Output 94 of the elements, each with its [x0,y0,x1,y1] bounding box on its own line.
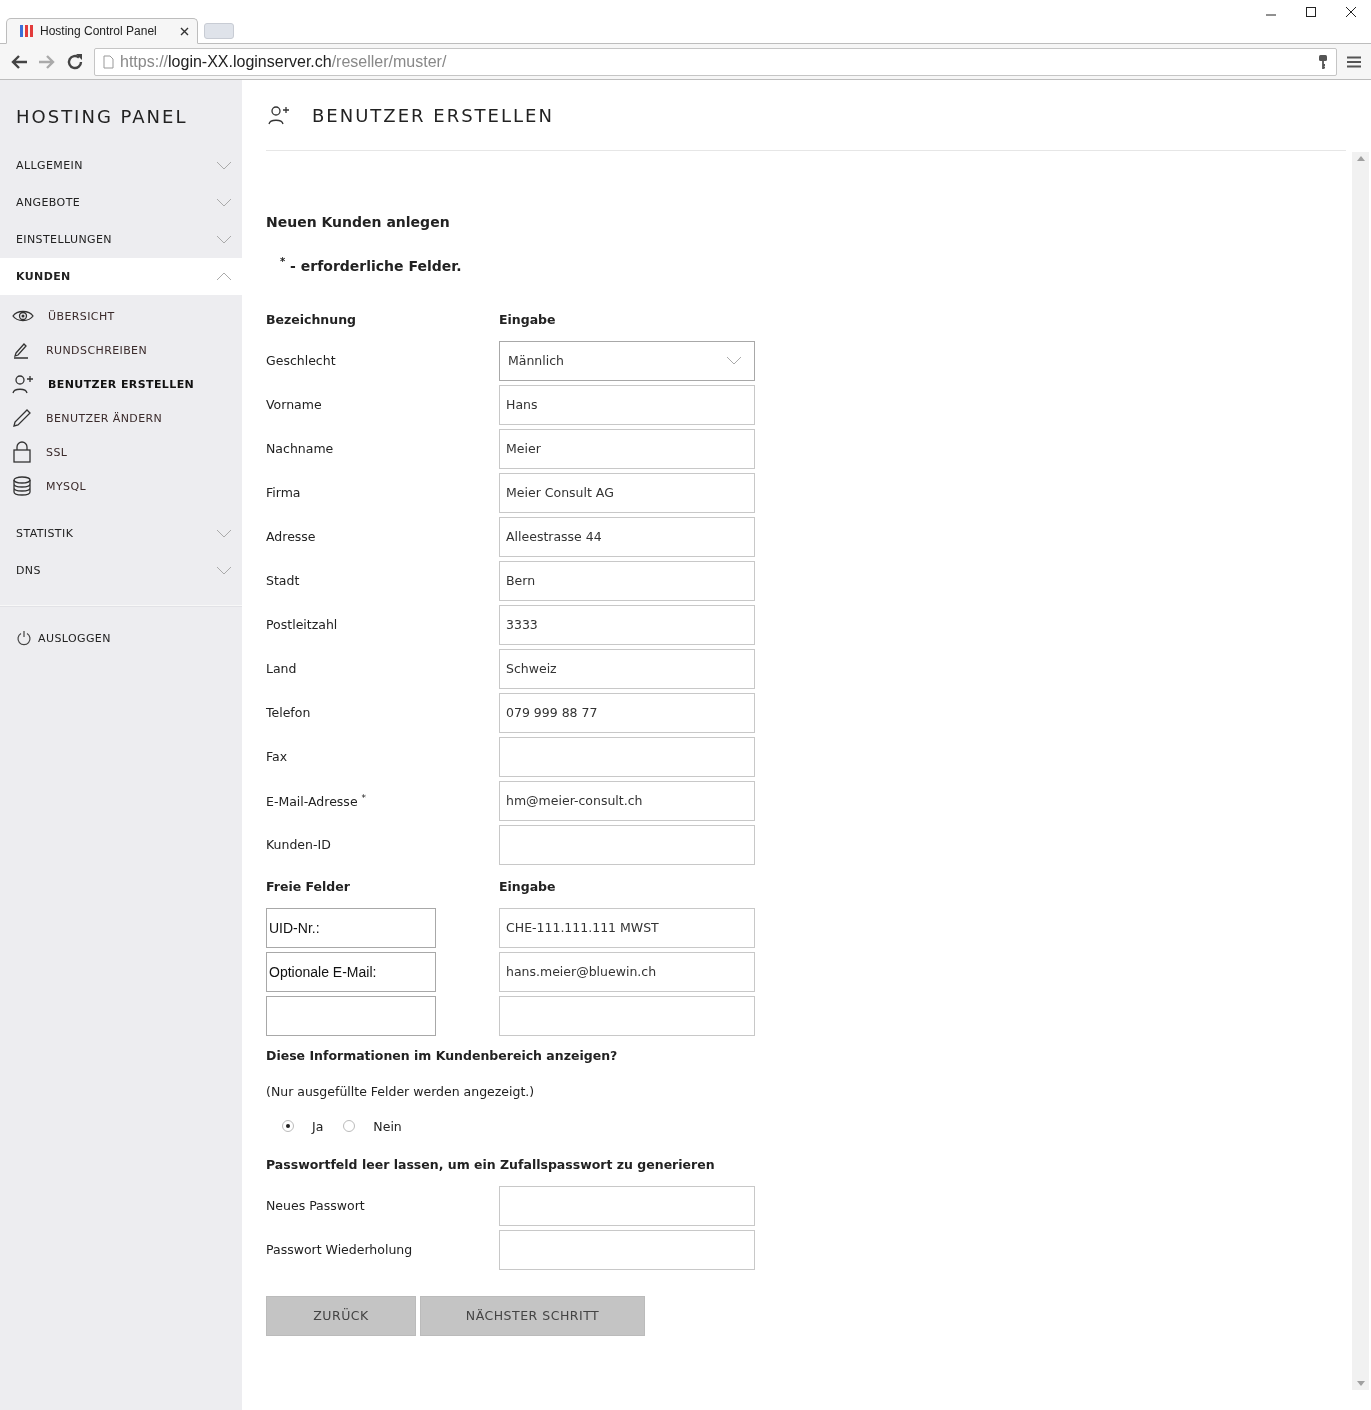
tab-title: Hosting Control Panel [40,24,158,38]
input-field[interactable]: CHE-111.111.111 MWST [499,907,755,948]
submenu-item[interactable]: BENUTZER ERSTELLEN [0,367,242,401]
chevron-down-icon [216,529,232,538]
field-label: Firma [266,485,301,501]
field-label: Postleitzahl [266,617,338,633]
required-note: $^{*}$ - erforderliche Felder. [280,257,462,274]
new-tab-button[interactable] [204,23,234,39]
power-icon [16,630,32,646]
submenu-item[interactable]: ÜBERSICHT [0,299,242,333]
input-field[interactable] [499,824,755,865]
menu-section[interactable]: ANGEBOTE [0,184,242,221]
field-label: Stadt [266,573,300,589]
column-heading: Freie Felder [266,878,351,894]
favicon-icon [19,24,35,38]
input-field[interactable]: 079 999 88 77 [499,692,755,733]
submenu-item[interactable]: SSL [0,435,242,469]
logout-link[interactable]: AUSLOGGEN [0,623,242,653]
menu-icon[interactable] [1347,55,1361,68]
field-label: Passwort Wiederholung [266,1242,414,1258]
input-field[interactable]: Meier Consult AG [499,472,755,513]
chevron-down-icon [726,356,742,366]
input-field[interactable]: 3333 [499,604,755,645]
input-field[interactable]: Hans [499,384,755,425]
menu-section[interactable]: DNS [0,552,242,589]
input-field[interactable]: Bern [499,560,755,601]
field-label: Land [266,661,297,677]
field-label: Adresse [266,529,316,545]
radio-label: Ja [312,1118,324,1134]
chevron-up-icon [216,272,232,281]
password-field[interactable] [499,1229,755,1270]
radio-label: Nein [373,1118,402,1134]
password-hint: Passwortfeld leer lassen, um ein Zufallspasswort zu generieren [266,1156,716,1172]
url-text: https://login-XX.loginserver.ch/reseller/muster/ [120,52,448,71]
input-field[interactable] [266,995,436,1036]
menu-section[interactable]: ALLGEMEIN [0,147,242,184]
column-heading: Eingabe [499,311,557,327]
pencil-icon [12,408,32,428]
back-button[interactable]: ZURÜCK [266,1295,416,1336]
column-heading: Eingabe [499,878,557,894]
field-label: Neues Passwort [266,1198,366,1214]
eye-icon [12,309,34,323]
padlock-icon [12,441,32,463]
input-field[interactable]: UID-Nr.: [266,907,436,948]
menu-section[interactable]: STATISTIK [0,515,242,552]
chevron-down-icon [216,198,232,207]
scrollbar[interactable] [1352,152,1369,1390]
field-label: Vorname [266,397,322,413]
scroll-down-icon[interactable] [1356,1381,1365,1386]
user-plus-icon [268,105,290,125]
scroll-up-icon[interactable] [1356,156,1365,161]
input-field[interactable]: Optionale E-Mail: [266,951,436,992]
page-icon [103,54,114,69]
reload-icon[interactable] [66,52,84,71]
close-icon[interactable] [180,26,189,36]
password-field[interactable] [499,1185,755,1226]
page-title: BENUTZER ERSTELLEN [312,104,554,126]
select-field[interactable]: Männlich [499,340,755,381]
input-field[interactable]: Alleestrasse 44 [499,516,755,557]
chevron-down-icon [216,235,232,244]
user-plus-icon [12,374,34,394]
close-icon[interactable] [1345,6,1357,18]
input-field[interactable]: Schweiz [499,648,755,689]
field-label: Geschlecht [266,353,336,369]
field-label: E-Mail-Adresse $^{*}$ [266,793,367,809]
form-heading: Neuen Kunden anlegen [266,214,451,230]
hint-text: (Nur ausgefüllte Felder werden angezeigt.) [266,1083,536,1099]
menu-section[interactable]: KUNDEN [0,258,242,295]
back-arrow-icon[interactable] [10,53,28,70]
submenu-item[interactable]: RUNDSCHREIBEN [0,333,242,367]
submenu-item[interactable]: BENUTZER ÄNDERN [0,401,242,435]
input-field[interactable]: hans.meier@bluewin.ch [499,951,755,992]
brand-title: HOSTING PANEL [15,105,189,129]
field-label: Fax [266,749,288,765]
chevron-down-icon [216,566,232,575]
input-field[interactable]: Meier [499,428,755,469]
field-label: Kunden-ID [266,837,331,853]
maximize-icon[interactable] [1305,6,1317,18]
next-button[interactable]: NÄCHSTER SCHRITT [420,1295,645,1336]
input-field[interactable] [499,736,755,777]
question-text: Diese Informationen im Kundenbereich anzeigen? [266,1047,619,1063]
database-icon [12,476,32,496]
address-field[interactable]: https://login-XX.loginserver.ch/reseller/muster/ [94,47,1337,76]
menu-section[interactable]: EINSTELLUNGEN [0,221,242,258]
submenu-item[interactable]: MYSQL [0,469,242,503]
field-label: Telefon [266,705,311,721]
field-label: Nachname [266,441,334,457]
input-field[interactable] [499,995,755,1036]
column-heading: Bezeichnung [266,311,357,327]
key-icon[interactable] [1318,53,1328,70]
browser-tab[interactable]: Hosting Control Panel [6,18,198,44]
forward-arrow-icon[interactable] [38,53,56,70]
input-field[interactable]: hm@meier-consult.ch [499,780,755,821]
chevron-down-icon [216,161,232,170]
